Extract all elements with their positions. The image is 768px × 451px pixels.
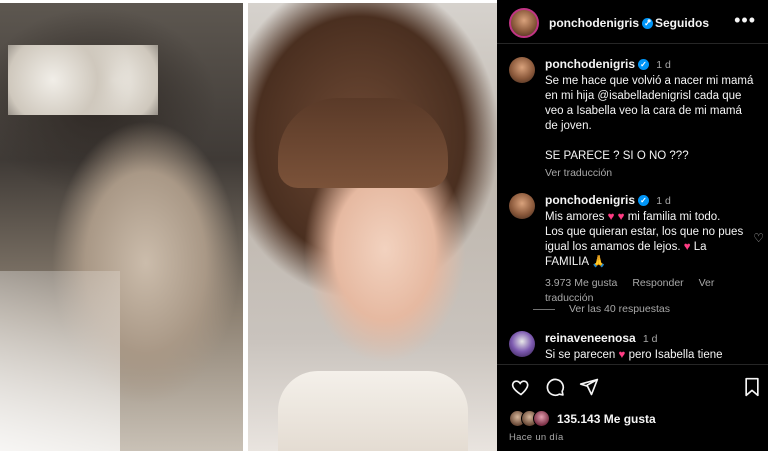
caption-username[interactable]: ponchodenigris ✓ [545, 57, 649, 71]
heart-icon[interactable] [511, 377, 531, 397]
author-avatar[interactable] [509, 8, 539, 38]
comment-username[interactable]: ponchodenigris ✓ [545, 193, 649, 207]
caption-text: Se me hace que volvió a nacer mi mamá en… [545, 75, 754, 162]
veil-shape [0, 271, 120, 451]
post-header: ponchodenigris ✓ • Seguidos ••• [497, 0, 768, 44]
comment-icon[interactable] [545, 377, 565, 397]
author-username[interactable]: ponchodenigris ✓ [549, 16, 653, 30]
comment-actions: 3.973 Me gusta Responder Ver traducción [545, 276, 755, 306]
comment-time: 1 d [656, 195, 671, 207]
verified-icon: ✓ [638, 195, 649, 207]
caption-time: 1 d [656, 59, 671, 71]
comment-time: 1 d [642, 333, 658, 345]
replies-divider [533, 308, 555, 310]
comment-avatar[interactable] [509, 331, 535, 357]
avatar [533, 410, 550, 427]
girl-portrait-photo [248, 3, 497, 451]
reply-button[interactable]: Responder [632, 277, 683, 289]
following-button[interactable]: Seguidos [655, 16, 709, 30]
post-footer: 135.143 Me gusta Hace un día [497, 364, 768, 451]
heart-emoji: ♥ [683, 241, 691, 253]
comment-username[interactable]: reinaveneenosa [545, 331, 636, 345]
likes-count[interactable]: 135.143 Me gusta [557, 412, 656, 426]
view-replies-button[interactable]: Ver las 40 respuestas [533, 303, 670, 315]
shirt-shape [278, 371, 468, 451]
comment-text: Mis amores ♥ ♥ mi familia mi todo. Los q… [545, 211, 744, 268]
caption-avatar[interactable] [509, 57, 535, 83]
header-separator: • [647, 14, 652, 28]
comment-likes[interactable]: 3.973 Me gusta [545, 277, 617, 289]
comment-like-heart-icon[interactable]: ♡ [753, 231, 764, 245]
comments-list[interactable]: ponchodenigris ✓ 1 d Se me hace que volvi… [497, 45, 768, 363]
tiara-shape [8, 45, 158, 115]
hair-fringe-shape [278, 98, 448, 188]
comment-text: Si se parecen ♥ pero Isabella tiene [545, 349, 723, 361]
share-icon[interactable] [579, 377, 599, 397]
liked-by-avatars[interactable] [509, 410, 559, 428]
heart-emoji: ♥ [618, 349, 626, 361]
verified-icon: ✓ [638, 59, 649, 71]
comment-avatar[interactable] [509, 193, 535, 219]
more-icon[interactable]: ••• [734, 10, 756, 31]
post-side-panel: ponchodenigris ✓ • Seguidos ••• ponchoden… [497, 0, 768, 451]
heart-emoji: ♥ ♥ [607, 211, 625, 223]
bookmark-icon[interactable] [743, 377, 761, 397]
caption-translate-link[interactable]: Ver traducción [545, 166, 755, 181]
post-media[interactable] [0, 0, 497, 451]
pray-emoji: 🙏 [591, 256, 606, 268]
vintage-bride-photo [0, 3, 243, 451]
post-timestamp[interactable]: Hace un día [509, 432, 564, 443]
